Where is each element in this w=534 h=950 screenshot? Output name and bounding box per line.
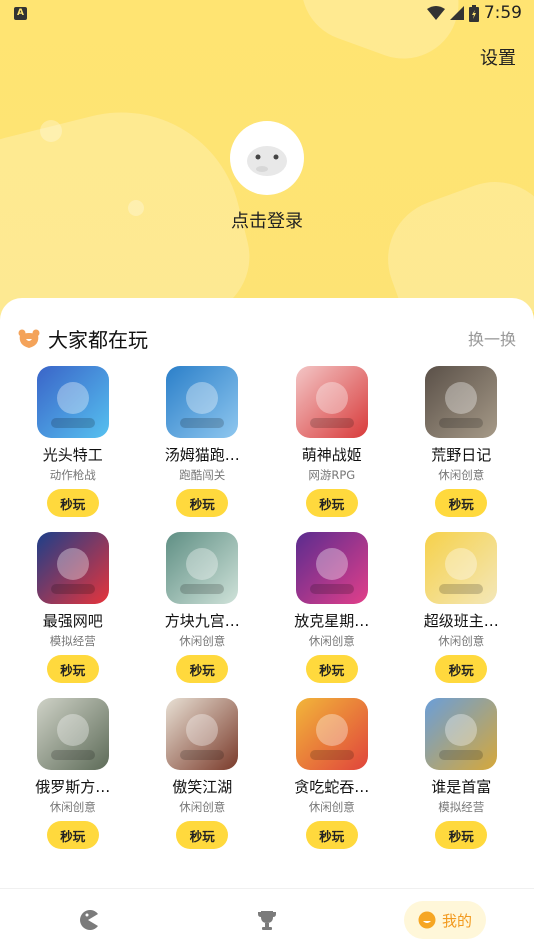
game-item[interactable]: 俄罗斯方… 休闲创意秒玩 bbox=[8, 698, 138, 864]
play-button[interactable]: 秒玩 bbox=[176, 821, 229, 849]
section-bear-icon bbox=[18, 329, 40, 348]
game-item[interactable]: 荒野日记休闲创意秒玩 bbox=[397, 366, 527, 532]
internet-cafe-game-icon[interactable] bbox=[36, 532, 109, 604]
avatar[interactable] bbox=[230, 121, 304, 195]
game-category: 休闲创意 bbox=[308, 634, 355, 648]
play-button[interactable]: 秒玩 bbox=[46, 655, 99, 683]
tetris-game-icon[interactable] bbox=[36, 698, 109, 770]
game-category: 休闲创意 bbox=[179, 634, 226, 648]
mine-face-icon bbox=[418, 911, 436, 929]
play-button[interactable]: 秒玩 bbox=[176, 655, 229, 683]
tab-ranking[interactable] bbox=[247, 901, 287, 939]
super-teacher-game-icon[interactable] bbox=[425, 532, 498, 604]
game-name: 俄罗斯方… bbox=[35, 778, 111, 796]
refresh-button[interactable]: 换一换 bbox=[468, 326, 516, 350]
game-item[interactable]: 超级班主… 休闲创意秒玩 bbox=[397, 532, 527, 698]
clock: 7:59 bbox=[483, 3, 522, 23]
tab-mine-label: 我的 bbox=[441, 911, 472, 930]
default-avatar-icon bbox=[247, 146, 287, 176]
pacman-icon bbox=[80, 910, 98, 930]
proud-jianghu-game-icon[interactable] bbox=[166, 698, 239, 770]
game-item[interactable]: 放克星期… 休闲创意秒玩 bbox=[267, 532, 397, 698]
trophy-icon bbox=[258, 911, 276, 930]
bald-agent-game-icon[interactable] bbox=[36, 366, 109, 438]
battery-icon bbox=[468, 4, 479, 22]
game-item[interactable]: 谁是首富模拟经营秒玩 bbox=[397, 698, 527, 864]
game-name: 光头特工 bbox=[42, 446, 103, 464]
play-button[interactable]: 秒玩 bbox=[46, 821, 99, 849]
signal-icon bbox=[449, 6, 464, 20]
game-name: 贪吃蛇吞… bbox=[294, 778, 370, 796]
game-name: 方块九宫… bbox=[164, 612, 240, 630]
game-item[interactable]: 方块九宫… 休闲创意秒玩 bbox=[138, 532, 268, 698]
game-category: 休闲创意 bbox=[308, 800, 355, 814]
funky-friday-game-icon[interactable] bbox=[295, 532, 368, 604]
section-title: 大家都在玩 bbox=[48, 328, 148, 352]
game-name: 萌神战姬 bbox=[301, 446, 362, 464]
tab-mine[interactable]: 我的 bbox=[404, 901, 486, 939]
game-name: 荒野日记 bbox=[431, 446, 492, 464]
bottom-tab-bar: 我的 bbox=[0, 888, 534, 950]
game-name: 超级班主… bbox=[423, 612, 499, 630]
play-button[interactable]: 秒玩 bbox=[305, 489, 358, 517]
game-item[interactable]: 傲笑江湖休闲创意秒玩 bbox=[138, 698, 268, 864]
game-item[interactable]: 贪吃蛇吞… 休闲创意秒玩 bbox=[267, 698, 397, 864]
game-category: 动作枪战 bbox=[49, 468, 96, 482]
game-item[interactable]: 萌神战姬网游RPG 秒玩 bbox=[267, 366, 397, 532]
game-name: 放克星期… bbox=[294, 612, 370, 630]
play-button[interactable]: 秒玩 bbox=[305, 821, 358, 849]
game-category: 模拟经营 bbox=[49, 634, 96, 648]
status-bar: A 7:59 bbox=[0, 0, 534, 28]
play-button[interactable]: 秒玩 bbox=[435, 655, 488, 683]
login-link[interactable]: 点击登录 bbox=[0, 207, 534, 233]
game-item[interactable]: 最强网吧模拟经营秒玩 bbox=[8, 532, 138, 698]
app-notification-icon: A bbox=[14, 7, 27, 20]
game-category: 休闲创意 bbox=[438, 634, 485, 648]
game-category: 模拟经营 bbox=[438, 800, 485, 814]
play-button[interactable]: 秒玩 bbox=[46, 489, 99, 517]
game-category: 休闲创意 bbox=[49, 800, 96, 814]
game-category: 休闲创意 bbox=[179, 800, 226, 814]
settings-button[interactable]: 设置 bbox=[480, 44, 516, 70]
play-button[interactable]: 秒玩 bbox=[305, 655, 358, 683]
game-name: 汤姆猫跑… bbox=[164, 446, 240, 464]
wilderness-diary-game-icon[interactable] bbox=[425, 366, 498, 438]
game-category: 跑酷闯关 bbox=[179, 468, 226, 482]
wifi-icon bbox=[426, 6, 445, 20]
play-button[interactable]: 秒玩 bbox=[176, 489, 229, 517]
play-button[interactable]: 秒玩 bbox=[435, 489, 488, 517]
game-item[interactable]: 汤姆猫跑… 跑酷闯关秒玩 bbox=[138, 366, 268, 532]
play-button[interactable]: 秒玩 bbox=[435, 821, 488, 849]
game-category: 网游RPG bbox=[308, 468, 356, 482]
game-name: 最强网吧 bbox=[42, 612, 103, 630]
tom-cat-run-game-icon[interactable] bbox=[166, 366, 239, 438]
game-category: 休闲创意 bbox=[438, 468, 485, 482]
block-nine-grid-game-icon[interactable] bbox=[166, 532, 239, 604]
tab-games[interactable] bbox=[68, 901, 108, 939]
game-grid: 光头特工 动作枪战 秒玩 汤姆猫跑… 跑酷闯关 秒玩 萌神战姬 网游RPG 秒玩 荒野日记 休闲创意… bbox=[8, 366, 526, 864]
cute-war-princess-game-icon[interactable] bbox=[295, 366, 368, 438]
snake-devour-game-icon[interactable] bbox=[295, 698, 368, 770]
game-item[interactable]: 光头特工动作枪战秒玩 bbox=[8, 366, 138, 532]
richest-man-game-icon[interactable] bbox=[425, 698, 498, 770]
game-name: 谁是首富 bbox=[431, 778, 492, 796]
game-name: 傲笑江湖 bbox=[172, 778, 233, 796]
popular-games-card: 大家都在玩 换一换 光头特工 动作枪战 秒玩 汤姆猫跑… 跑酷闯关 秒玩 萌神战姬 网游RPG… bbox=[0, 298, 534, 890]
